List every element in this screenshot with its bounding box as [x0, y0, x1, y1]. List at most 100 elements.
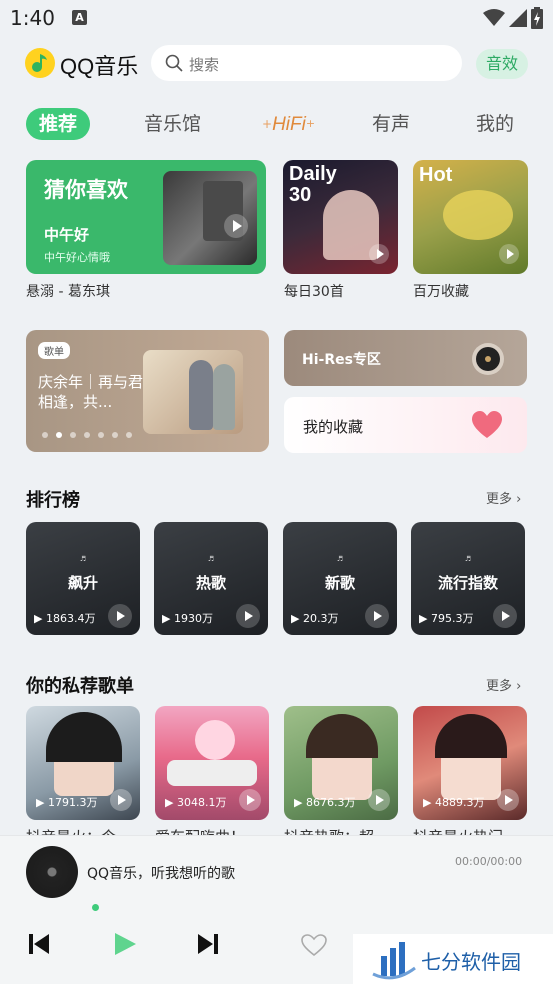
- playlist-play-button[interactable]: [368, 789, 390, 811]
- playback-time: 00:00/00:00: [455, 855, 523, 868]
- chart-card[interactable]: ♬ 热歌 ▶ 1930万: [154, 522, 268, 635]
- playlist-cover-car: [167, 760, 257, 786]
- previous-track-icon[interactable]: [28, 933, 50, 955]
- chart-brand-mark: ♬: [79, 555, 87, 563]
- heart-icon: [472, 411, 502, 438]
- playlist-play-count: ▶ 3048.1万: [165, 796, 227, 809]
- tab-mine[interactable]: 我的: [476, 108, 514, 140]
- hot-badge: Hot: [419, 164, 453, 186]
- qq-music-logo-icon[interactable]: [24, 47, 56, 79]
- recommend-more-link[interactable]: 更多 ›: [486, 675, 521, 694]
- guess-play-button[interactable]: [224, 214, 248, 238]
- hot-caption[interactable]: 百万收藏: [413, 281, 469, 301]
- next-track-icon[interactable]: [197, 933, 219, 955]
- favorites-label: 我的收藏: [303, 418, 364, 436]
- chart-card[interactable]: ♬ 飙升 ▶ 1863.4万: [26, 522, 140, 635]
- chart-play-button[interactable]: [236, 604, 260, 628]
- playlist-play-button[interactable]: [239, 789, 261, 811]
- chevron-right-icon: ›: [516, 679, 522, 694]
- guess-title: 猜你喜欢: [44, 178, 128, 202]
- play-icon: [233, 220, 242, 232]
- playlist-card[interactable]: ▶ 3048.1万: [155, 706, 269, 820]
- search-input[interactable]: 搜索: [151, 45, 462, 81]
- charts-more-link[interactable]: 更多 ›: [486, 488, 521, 507]
- guess-subtitle: 中午好: [44, 226, 90, 244]
- chart-brand-mark: ♬: [464, 555, 472, 563]
- now-playing-title[interactable]: QQ音乐，听我想听的歌: [87, 863, 235, 883]
- recommend-title: 你的私荐歌单: [26, 676, 134, 697]
- charts-title: 排行榜: [26, 490, 80, 511]
- guess-you-like-card[interactable]: 猜你喜欢 中午好 中午好心情哦: [26, 160, 266, 274]
- play-icon: [374, 611, 382, 621]
- chart-name: 流行指数: [437, 574, 498, 592]
- charts-more-label: 更多: [486, 492, 513, 507]
- my-favorites-card[interactable]: 我的收藏: [284, 397, 527, 453]
- playlist-cover-hair: [46, 712, 122, 762]
- playlist-play-count: ▶ 4889.3万: [423, 796, 485, 809]
- tab-recommend[interactable]: 推荐: [26, 108, 91, 140]
- chart-play-button[interactable]: [365, 604, 389, 628]
- hot-collection-card[interactable]: Hot: [413, 160, 528, 274]
- playlist-card[interactable]: ▶ 1791.3万: [26, 706, 140, 820]
- like-heart-icon[interactable]: [301, 934, 327, 956]
- tab-hifi[interactable]: +HiFi+: [262, 108, 315, 140]
- watermark: 七分软件园: [353, 934, 553, 984]
- tab-hifi-label: HiFi: [272, 114, 306, 135]
- hires-zone-card[interactable]: Hi-Res专区: [284, 330, 527, 386]
- playlist-cover-hair: [306, 714, 378, 758]
- daily-caption[interactable]: 每日30首: [284, 281, 344, 301]
- carousel-dots: [42, 432, 132, 438]
- tab-audio-books[interactable]: 有声: [372, 108, 410, 140]
- brand-name: QQ音乐: [60, 54, 139, 79]
- playlist-card[interactable]: ▶ 8676.3万: [284, 706, 398, 820]
- status-bar: 1:40 A: [0, 0, 553, 38]
- playlist-banner[interactable]: 歌单 庆余年｜再与君相逢，共...: [26, 330, 269, 452]
- daily-badge-line1: Daily: [289, 163, 337, 185]
- banner-figure-1: [189, 360, 213, 430]
- play-icon: [245, 611, 253, 621]
- guess-caption[interactable]: 悬溺 - 葛东琪: [26, 281, 110, 301]
- notification-a-icon: A: [72, 10, 87, 25]
- playlist-play-count: ▶ 1791.3万: [36, 796, 98, 809]
- daily-30-card[interactable]: Daily 30: [283, 160, 398, 274]
- play-icon: [247, 795, 255, 805]
- chart-card[interactable]: ♬ 流行指数 ▶ 795.3万: [411, 522, 525, 635]
- chart-play-button[interactable]: [108, 604, 132, 628]
- battery-icon: [531, 7, 543, 29]
- play-pause-icon[interactable]: [114, 933, 136, 955]
- carousel-dot: [112, 432, 118, 438]
- play-icon: [502, 611, 510, 621]
- daily-play-button[interactable]: [369, 244, 389, 264]
- playlist-count-value: 3048.1万: [176, 796, 227, 809]
- play-icon: [117, 611, 125, 621]
- playlist-play-button[interactable]: [497, 789, 519, 811]
- play-icon: [507, 249, 514, 259]
- chart-name: 新歌: [324, 574, 355, 592]
- tab-music-hall[interactable]: 音乐馆: [144, 108, 201, 140]
- wifi-icon: [483, 9, 505, 26]
- playlist-card[interactable]: ▶ 4889.3万: [413, 706, 527, 820]
- carousel-dot: [42, 432, 48, 438]
- play-icon: [118, 795, 126, 805]
- playlist-cover-hair: [435, 714, 507, 758]
- playlist-count-value: 1791.3万: [47, 796, 98, 809]
- chart-card[interactable]: ♬ 新歌 ▶ 20.3万: [283, 522, 397, 635]
- sound-effect-button[interactable]: 音效: [476, 49, 528, 79]
- playlist-banner-text: 庆余年｜再与君相逢，共...: [38, 373, 144, 411]
- playlist-play-button[interactable]: [110, 789, 132, 811]
- play-icon: [377, 249, 384, 259]
- chart-play-count: ▶ 20.3万: [291, 612, 339, 625]
- playlist-count-value: 8676.3万: [305, 796, 356, 809]
- play-icon: [505, 795, 513, 805]
- hires-label: Hi-Res专区: [302, 352, 381, 368]
- vinyl-disc-icon: [472, 343, 504, 375]
- hot-play-button[interactable]: [499, 244, 519, 264]
- album-disc-icon[interactable]: [26, 846, 78, 898]
- chart-count-value: 1930万: [173, 612, 213, 625]
- chart-play-button[interactable]: [493, 604, 517, 628]
- status-right-icons: [483, 7, 543, 29]
- playlist-count-value: 4889.3万: [434, 796, 485, 809]
- chart-play-count: ▶ 1863.4万: [34, 612, 96, 625]
- chevron-right-icon: ›: [516, 492, 522, 507]
- search-icon: [165, 54, 183, 72]
